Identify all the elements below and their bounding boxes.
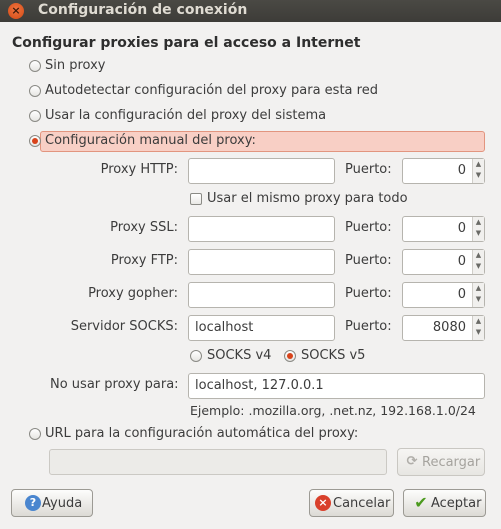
reload-button-label: Recargar <box>422 455 481 470</box>
help-button-label: Ayuda <box>42 496 83 511</box>
socks-v4-label[interactable]: SOCKS v4 <box>207 348 271 363</box>
manual-proxy-radio[interactable] <box>29 135 41 147</box>
socks-server-input[interactable]: localhost <box>188 315 335 341</box>
gopher-proxy-input[interactable] <box>188 282 335 308</box>
ftp-port-label: Puerto: <box>345 253 392 268</box>
ssl-port-label: Puerto: <box>345 220 392 235</box>
gopher-port-value: 0 <box>457 287 466 302</box>
auto-url-radio[interactable] <box>29 428 41 440</box>
cancel-button[interactable]: × Cancelar <box>309 489 394 517</box>
accept-button[interactable]: ✔ Aceptar <box>403 489 486 517</box>
ssl-port-value: 0 <box>457 221 466 236</box>
no-proxy-example: Ejemplo: .mozilla.org, .net.nz, 192.168.… <box>190 403 476 418</box>
reload-button[interactable]: ⟳ Recargar <box>397 448 485 476</box>
section-title: Configurar proxies para el acceso a Inte… <box>12 35 361 51</box>
http-port-label: Puerto: <box>345 162 392 177</box>
spinner-arrows-icon[interactable]: ▲ ▼ <box>472 316 484 340</box>
spinner-arrows-icon[interactable]: ▲ ▼ <box>472 159 484 183</box>
autodetect-label[interactable]: Autodetectar configuración del proxy par… <box>45 83 378 98</box>
spinner-arrows-icon[interactable]: ▲ ▼ <box>472 283 484 307</box>
window-title: Configuración de conexión <box>38 2 248 18</box>
http-proxy-input[interactable] <box>188 158 335 184</box>
cancel-icon: × <box>315 495 331 511</box>
same-proxy-checkbox[interactable] <box>190 193 202 205</box>
socks-server-label: Servidor SOCKS: <box>70 319 178 334</box>
system-proxy-radio[interactable] <box>29 110 41 122</box>
autodetect-radio[interactable] <box>29 85 41 97</box>
same-proxy-label[interactable]: Usar el mismo proxy para todo <box>207 191 408 206</box>
system-proxy-label[interactable]: Usar la configuración del proxy del sist… <box>45 108 326 123</box>
socks-port-label: Puerto: <box>345 319 392 334</box>
gopher-proxy-label: Proxy gopher: <box>88 286 178 301</box>
close-icon[interactable]: × <box>8 3 24 19</box>
no-proxy-for-input[interactable]: localhost, 127.0.0.1 <box>188 373 485 399</box>
auto-url-input[interactable] <box>49 449 387 475</box>
no-proxy-label[interactable]: Sin proxy <box>45 58 106 73</box>
socks-port-spinner[interactable]: 8080 ▲ ▼ <box>402 315 485 341</box>
reload-icon: ⟳ <box>406 454 418 469</box>
http-port-spinner[interactable]: 0 ▲ ▼ <box>402 158 485 184</box>
spinner-arrows-icon[interactable]: ▲ ▼ <box>472 217 484 241</box>
ftp-port-value: 0 <box>457 254 466 269</box>
help-icon: ? <box>25 495 41 511</box>
gopher-port-spinner[interactable]: 0 ▲ ▼ <box>402 282 485 308</box>
ftp-proxy-label: Proxy FTP: <box>110 253 178 268</box>
ssl-port-spinner[interactable]: 0 ▲ ▼ <box>402 216 485 242</box>
ftp-proxy-input[interactable] <box>188 249 335 275</box>
socks-v4-radio[interactable] <box>190 350 202 362</box>
socks-v5-label[interactable]: SOCKS v5 <box>301 348 365 363</box>
ssl-proxy-input[interactable] <box>188 216 335 242</box>
no-proxy-for-label: No usar proxy para: <box>50 377 179 392</box>
gopher-port-label: Puerto: <box>345 286 392 301</box>
auto-url-label[interactable]: URL para la configuración automática del… <box>45 426 358 441</box>
help-button[interactable]: ? Ayuda <box>11 489 93 517</box>
http-port-value: 0 <box>457 163 466 178</box>
manual-proxy-label[interactable]: Configuración manual del proxy: <box>45 133 256 148</box>
checkmark-icon: ✔ <box>414 493 428 512</box>
accept-button-label: Aceptar <box>431 496 482 511</box>
ssl-proxy-label: Proxy SSL: <box>110 220 178 235</box>
socks-port-value: 8080 <box>432 320 466 335</box>
spinner-arrows-icon[interactable]: ▲ ▼ <box>472 250 484 274</box>
http-proxy-label: Proxy HTTP: <box>100 162 178 177</box>
ftp-port-spinner[interactable]: 0 ▲ ▼ <box>402 249 485 275</box>
no-proxy-radio[interactable] <box>29 60 41 72</box>
title-bar: × Configuración de conexión <box>0 0 501 22</box>
cancel-button-label: Cancelar <box>333 496 391 511</box>
socks-v5-radio[interactable] <box>284 350 296 362</box>
